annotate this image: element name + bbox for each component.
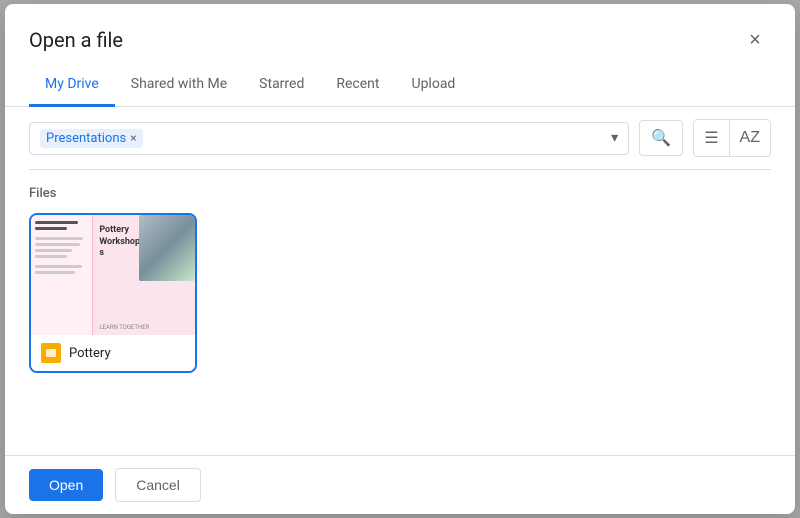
cancel-button[interactable]: Cancel — [115, 468, 201, 502]
thumb-subtitle: LEARN TOGETHER — [99, 324, 189, 331]
thumb-right-panel: PotteryWorkshops LEARN TOGETHER — [93, 215, 195, 335]
slides-icon — [41, 343, 61, 363]
file-name: Pottery — [69, 346, 111, 361]
files-section-title: Files — [29, 186, 771, 201]
thumb-image — [139, 215, 195, 281]
file-thumbnail: PotteryWorkshops LEARN TOGETHER — [31, 215, 195, 335]
files-grid: PotteryWorkshops LEARN TOGETHER Pottery — [29, 213, 771, 373]
list-view-button[interactable]: ☰ — [694, 120, 729, 156]
open-file-dialog: Open a file × My Drive Shared with Me St… — [5, 4, 795, 514]
dialog-header: Open a file × — [5, 4, 795, 56]
tab-upload[interactable]: Upload — [395, 64, 471, 107]
close-button[interactable]: × — [739, 24, 771, 56]
list-icon: ☰ — [704, 128, 718, 148]
file-card[interactable]: PotteryWorkshops LEARN TOGETHER Pottery — [29, 213, 197, 373]
dialog-title: Open a file — [29, 28, 123, 52]
filter-tag: Presentations × — [40, 129, 143, 148]
sort-az-icon: AZ — [740, 129, 760, 147]
filter-dropdown[interactable]: Presentations × ▾ — [29, 122, 629, 155]
tab-shared-with-me[interactable]: Shared with Me — [115, 64, 243, 107]
thumb-left-panel — [31, 215, 93, 335]
search-button[interactable]: 🔍 — [639, 120, 683, 156]
toolbar: Presentations × ▾ 🔍 ☰ AZ — [5, 107, 795, 169]
open-button[interactable]: Open — [29, 469, 103, 501]
tab-my-drive[interactable]: My Drive — [29, 64, 115, 107]
tab-recent[interactable]: Recent — [320, 64, 395, 107]
file-info: Pottery — [31, 335, 195, 371]
dialog-overlay: Open a file × My Drive Shared with Me St… — [0, 0, 800, 518]
chevron-down-icon: ▾ — [611, 130, 618, 146]
filter-tag-close-icon[interactable]: × — [130, 131, 136, 145]
view-toggle: ☰ AZ — [693, 119, 771, 157]
tabs-bar: My Drive Shared with Me Starred Recent U… — [5, 64, 795, 107]
files-content: Files — [5, 170, 795, 455]
tab-starred[interactable]: Starred — [243, 64, 320, 107]
sort-button[interactable]: AZ — [730, 120, 770, 156]
dialog-footer: Open Cancel — [5, 455, 795, 514]
search-icon: 🔍 — [651, 128, 671, 148]
